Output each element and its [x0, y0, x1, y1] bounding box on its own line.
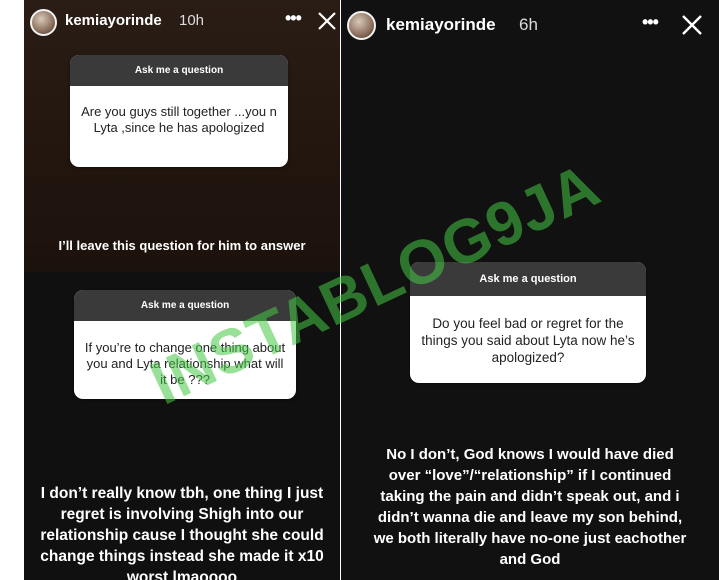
close-icon[interactable]: [318, 12, 336, 30]
story-header: kemiayorinde 6h •••: [341, 0, 719, 46]
story-header: kemiayorinde 10h •••: [24, 0, 340, 46]
avatar[interactable]: [30, 9, 57, 36]
timestamp: 6h: [519, 15, 538, 34]
avatar[interactable]: [347, 11, 376, 40]
timestamp: 10h: [179, 12, 205, 29]
question-text: Do you feel bad or regret for the things…: [421, 316, 635, 365]
username[interactable]: kemiayorinde: [65, 12, 162, 29]
question-text: Are you guys still together ...you n Lyt…: [81, 104, 277, 135]
answer-text: I’ll leave this question for him to answ…: [58, 238, 306, 253]
username[interactable]: kemiayorinde: [386, 15, 496, 35]
question-sticker-header: Ask me a question: [74, 290, 296, 321]
close-icon[interactable]: [682, 15, 702, 35]
story-panel-left-bottom: Ask me a question If you’re to change on…: [24, 272, 340, 580]
question-sticker-header: Ask me a question: [410, 262, 646, 296]
answer-text: I don’t really know tbh, one thing I jus…: [40, 485, 324, 580]
more-horizontal-icon[interactable]: •••: [285, 8, 302, 29]
question-sticker[interactable]: Ask me a question If you’re to change on…: [74, 290, 296, 399]
question-sticker[interactable]: Ask me a question Do you feel bad or reg…: [410, 262, 646, 383]
answer-text: No I don’t, God knows I would have died …: [373, 446, 687, 568]
question-sticker-header: Ask me a question: [70, 55, 288, 86]
question-text: If you’re to change one thing about you …: [84, 340, 286, 387]
story-panel-right: kemiayorinde 6h ••• Ask me a question Do…: [341, 0, 719, 580]
more-horizontal-icon[interactable]: •••: [642, 12, 659, 33]
question-sticker[interactable]: Ask me a question Are you guys still tog…: [70, 55, 288, 167]
story-panel-left-top: kemiayorinde 10h ••• Ask me a question A…: [24, 0, 340, 272]
